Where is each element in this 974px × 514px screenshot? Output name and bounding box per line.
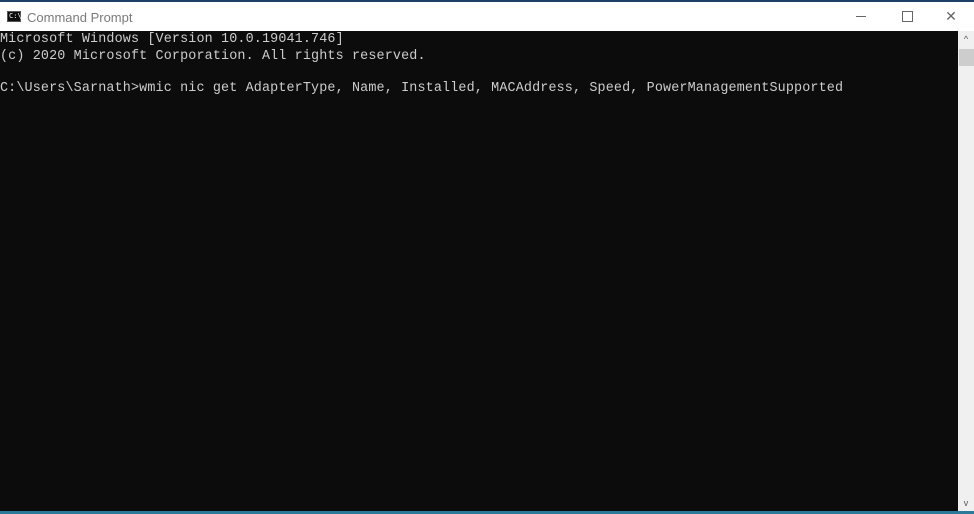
console-line-version: Microsoft Windows [Version 10.0.19041.74… (0, 32, 344, 47)
console-line-command: C:\Users\Sarnath>wmic nic get AdapterTyp… (0, 81, 844, 96)
maximize-button[interactable] (884, 2, 930, 31)
window-title: Command Prompt (27, 10, 133, 25)
close-icon: ✕ (945, 8, 957, 24)
close-button[interactable]: ✕ (928, 2, 974, 31)
scrollbar-thumb[interactable] (959, 49, 974, 66)
console-output[interactable]: Microsoft Windows [Version 10.0.19041.74… (0, 31, 958, 512)
cmd-icon: C:\. (7, 11, 26, 22)
cmd-icon-text: C:\. (9, 12, 26, 20)
minimize-icon (856, 16, 866, 17)
console-line-copyright: (c) 2020 Microsoft Corporation. All righ… (0, 49, 426, 64)
title-bar[interactable]: C:\. Command Prompt (0, 2, 974, 31)
minimize-button[interactable] (838, 2, 884, 31)
maximize-icon (901, 11, 913, 22)
scroll-down-arrow-icon[interactable]: v (958, 495, 974, 512)
scroll-up-arrow-icon[interactable]: ^ (958, 31, 974, 48)
vertical-scrollbar[interactable]: ^ v (958, 31, 974, 512)
